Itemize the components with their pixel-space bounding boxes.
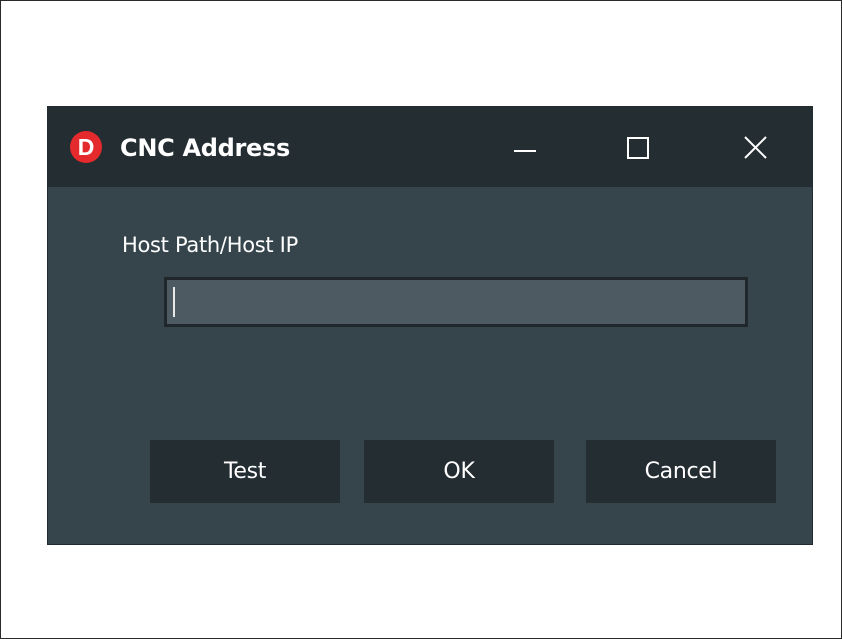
- host-path-input[interactable]: [164, 277, 748, 327]
- maximize-button[interactable]: [609, 121, 669, 173]
- window-title: CNC Address: [120, 134, 290, 162]
- cnc-address-dialog: D CNC Address Host Path/Host IP Test OK …: [47, 106, 813, 545]
- maximize-icon: [627, 137, 649, 159]
- ok-button[interactable]: OK: [364, 440, 554, 503]
- minimize-button[interactable]: [496, 121, 556, 173]
- host-path-label: Host Path/Host IP: [122, 233, 298, 257]
- close-button[interactable]: [727, 121, 787, 173]
- app-logo-icon: D: [70, 131, 102, 163]
- test-button[interactable]: Test: [150, 440, 340, 503]
- text-caret: [173, 287, 175, 317]
- cancel-button[interactable]: Cancel: [586, 440, 776, 503]
- minimize-icon: [514, 150, 536, 152]
- close-icon: [744, 136, 767, 159]
- title-bar[interactable]: D CNC Address: [48, 107, 812, 187]
